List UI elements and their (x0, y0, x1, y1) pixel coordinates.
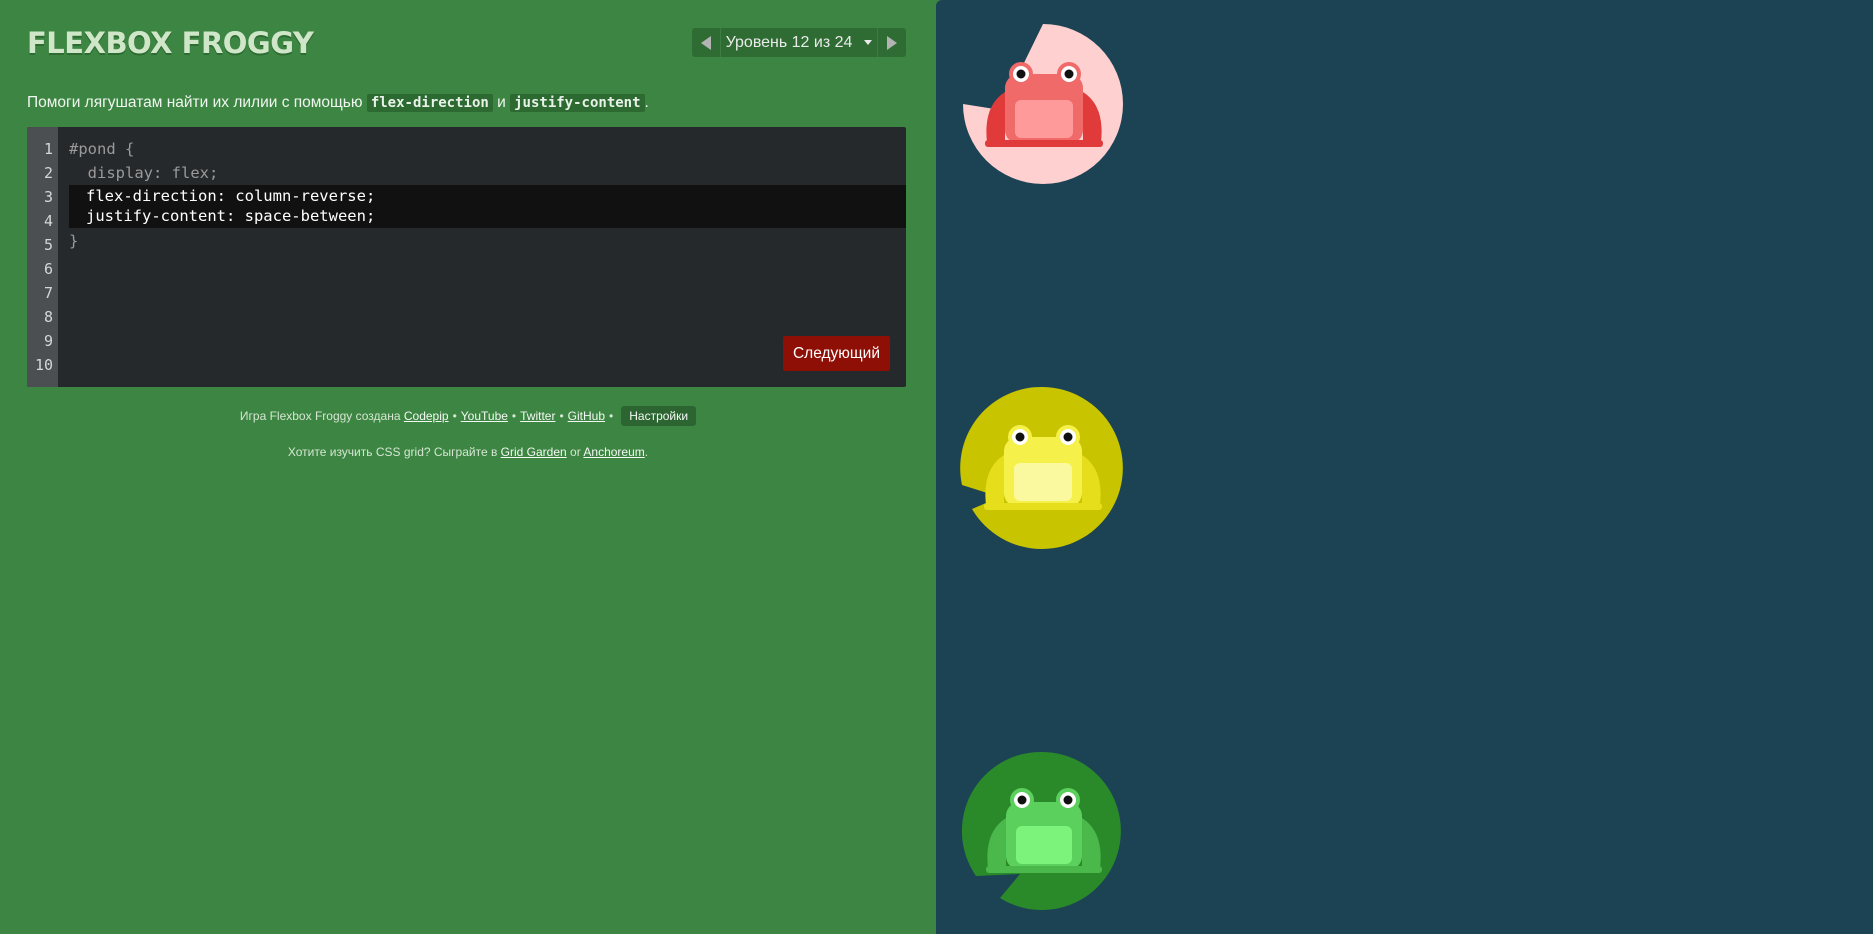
level-dropdown[interactable]: Уровень 12 из 24 (721, 28, 877, 57)
line-number: 8 (43, 308, 53, 326)
code-justify-content: justify-content (510, 93, 645, 112)
next-level-button[interactable] (877, 28, 906, 57)
twitter-link[interactable]: Twitter (520, 409, 555, 423)
separator: • (559, 409, 564, 423)
settings-button[interactable]: Настройки (621, 406, 697, 426)
github-link[interactable]: GitHub (568, 409, 605, 423)
line-number: 4 (43, 212, 53, 230)
separator: • (609, 409, 614, 423)
caret-down-icon (864, 40, 873, 45)
css-input[interactable] (69, 185, 906, 228)
level-label: Уровень 12 из 24 (725, 33, 853, 51)
yellow-lilypad (960, 386, 1123, 549)
code-editor: 1 2 3 4 5 6 7 8 9 10 #pond { display: fl… (27, 127, 906, 387)
line-number: 7 (43, 284, 53, 302)
instructions-middle: и (492, 93, 511, 111)
line-number: 3 (43, 188, 53, 206)
line-number: 9 (43, 332, 53, 350)
line-number-gutter: 1 2 3 4 5 6 7 8 9 10 (27, 127, 58, 387)
anchoreum-link[interactable]: Anchoreum (583, 445, 644, 459)
line-number: 10 (34, 356, 53, 374)
pond (936, 0, 1873, 934)
grid-garden-link[interactable]: Grid Garden (501, 445, 567, 459)
next-button[interactable]: Следующий (783, 336, 890, 371)
separator: • (511, 409, 517, 423)
instructions-prefix: Помоги лягушатам найти их лилии с помощь… (27, 93, 367, 111)
codepip-link[interactable]: Codepip (404, 409, 449, 423)
level-navigation: Уровень 12 из 24 (692, 28, 906, 57)
line-number: 2 (43, 164, 53, 182)
css-input-area (69, 185, 906, 228)
arrow-right-icon (887, 35, 897, 50)
credits-prefix: Игра Flexbox Froggy создана (239, 409, 404, 423)
red-lilypad (963, 24, 1123, 184)
promo-suffix: . (644, 445, 649, 459)
line-number: 6 (43, 260, 53, 278)
line-number: 5 (43, 236, 53, 254)
promo-text: Хотите изучить CSS grid? Сыграйте в Grid… (0, 445, 936, 459)
credits: Игра Flexbox Froggy создана Codepip • YouT… (0, 406, 936, 426)
code-flex-direction: flex-direction (366, 93, 493, 112)
arrow-left-icon (701, 35, 711, 50)
code-line-display: display: flex; (69, 164, 219, 182)
instructions: Помоги лягушатам найти их лилии с помощь… (27, 93, 649, 112)
instructions-suffix: . (644, 93, 649, 111)
green-lilypad (962, 751, 1121, 910)
line-number: 1 (43, 140, 53, 158)
app-title: FLEXBOX FROGGY (27, 26, 314, 60)
youtube-link[interactable]: YouTube (461, 409, 508, 423)
code-line-pond-close: } (69, 232, 79, 250)
prev-level-button[interactable] (692, 28, 721, 57)
promo-or: or (566, 445, 584, 459)
sidebar: FLEXBOX FROGGY Уровень 12 из 24 Помоги л… (0, 0, 936, 934)
promo-prefix: Хотите изучить CSS grid? Сыграйте в (287, 445, 501, 459)
separator: • (452, 409, 457, 423)
code-line-pond-open: #pond { (69, 140, 135, 158)
